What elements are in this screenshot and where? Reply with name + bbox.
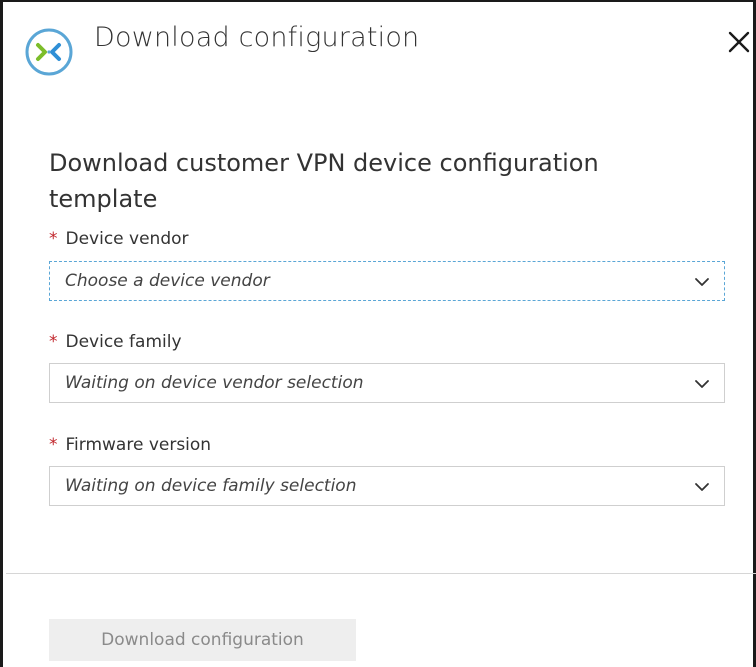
vpn-connection-icon [24,27,74,77]
device-family-select[interactable]: Waiting on device vendor selection [49,363,725,403]
form-heading: Download customer VPN device configurati… [49,149,599,213]
firmware-version-label-text: Firmware version [65,435,212,455]
device-family-label-text: Device family [65,332,182,352]
device-vendor-label-text: Device vendor [65,229,189,249]
required-marker: * [49,435,58,455]
download-configuration-button[interactable]: Download configuration [49,619,356,661]
footer-divider [6,573,756,574]
device-vendor-label: * Device vendor [49,229,189,249]
chevron-down-icon [694,274,710,290]
required-marker: * [49,229,58,249]
device-vendor-value: Choose a device vendor [65,271,270,291]
device-vendor-select[interactable]: Choose a device vendor [49,261,725,301]
blade-title: Download configuration [94,22,420,53]
firmware-version-select[interactable]: Waiting on device family selection [49,466,725,506]
chevron-down-icon [694,479,710,495]
required-marker: * [49,332,58,352]
firmware-version-label: * Firmware version [49,435,211,455]
chevron-down-icon [694,376,710,392]
firmware-version-value: Waiting on device family selection [65,476,357,496]
device-family-label: * Device family [49,332,182,352]
close-icon[interactable] [725,28,753,56]
device-family-value: Waiting on device vendor selection [65,373,364,393]
download-configuration-blade: Download configuration Download customer… [0,0,756,667]
